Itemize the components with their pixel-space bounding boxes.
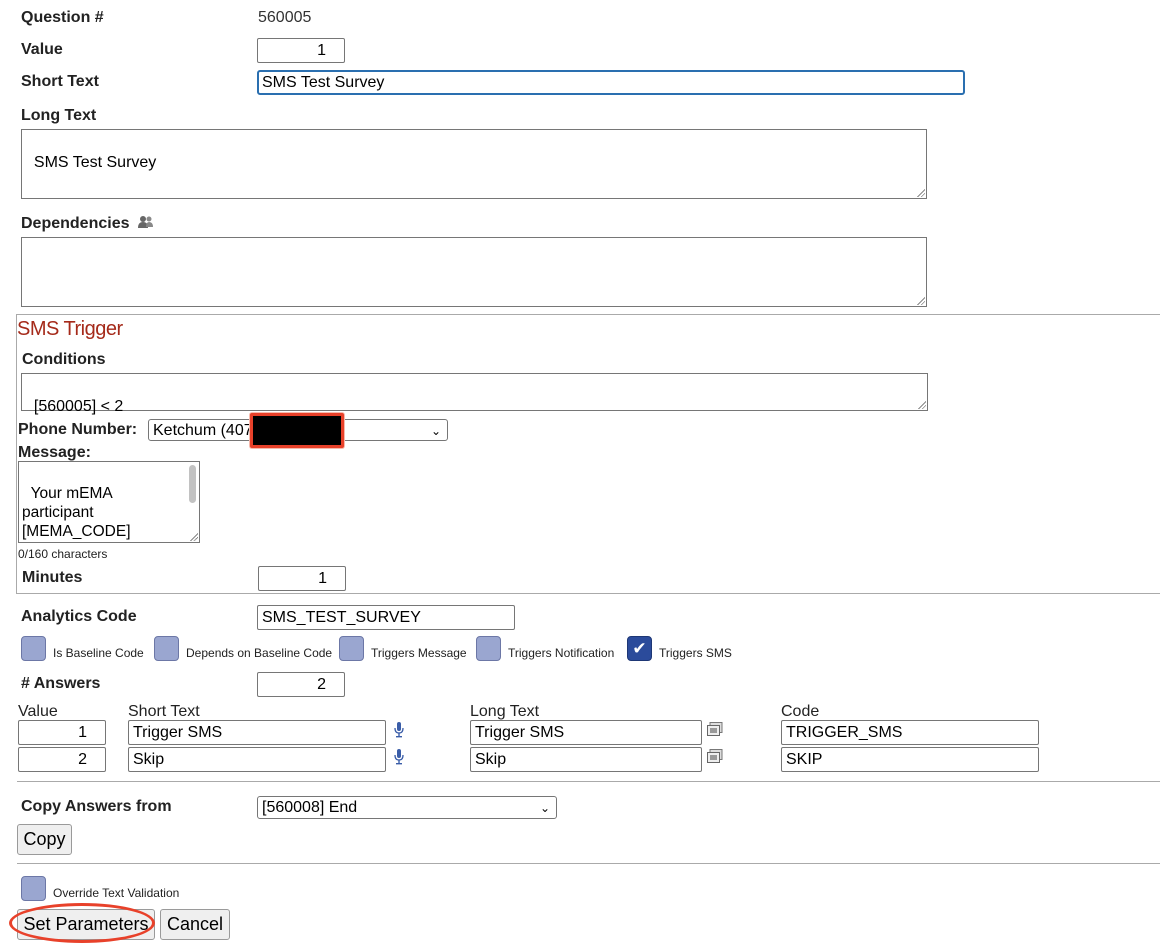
answer-code-input[interactable]: SKIP xyxy=(781,747,1039,772)
resize-grip-icon[interactable] xyxy=(916,188,925,197)
microphone-icon[interactable] xyxy=(394,749,404,765)
users-icon[interactable] xyxy=(138,215,154,229)
conditions-textarea[interactable]: [560005] < 2 xyxy=(21,373,928,415)
redaction-highlight xyxy=(250,413,344,448)
chevron-down-icon: ⌄ xyxy=(539,801,550,815)
divider xyxy=(17,863,1160,864)
triggers-notification-checkbox[interactable] xyxy=(476,636,501,661)
phone-number-value: Ketchum (407 xyxy=(153,422,253,439)
message-label: Message: xyxy=(18,444,91,461)
answer-code-input[interactable]: TRIGGER_SMS xyxy=(781,720,1039,745)
depends-on-baseline-code-checkbox[interactable] xyxy=(154,636,179,661)
triggers-message-label: Triggers Message xyxy=(371,646,467,660)
resize-grip-icon[interactable] xyxy=(189,532,198,541)
answers-header-short-text: Short Text xyxy=(128,703,200,720)
value-label: Value xyxy=(21,41,63,58)
conditions-label: Conditions xyxy=(22,351,106,368)
sms-trigger-title: SMS Trigger xyxy=(17,318,123,340)
scrollbar-thumb[interactable] xyxy=(189,465,196,503)
copy-button[interactable]: Copy xyxy=(17,824,72,855)
answers-header-code: Code xyxy=(781,703,820,720)
analytics-code-input[interactable]: SMS_TEST_SURVEY xyxy=(257,605,515,630)
answer-long-text-input[interactable]: Skip xyxy=(470,747,702,772)
copy-image-icon[interactable] xyxy=(707,722,723,737)
phone-number-label: Phone Number: xyxy=(18,421,138,438)
message-value: Your mEMA participant [MEMA_CODE] respon… xyxy=(22,485,131,540)
triggers-sms-checkbox[interactable]: ✔ xyxy=(627,636,652,661)
copy-answers-value: [560008] End xyxy=(262,799,358,816)
depends-on-baseline-code-label: Depends on Baseline Code xyxy=(186,646,333,660)
short-text-label: Short Text xyxy=(21,73,99,90)
analytics-code-label: Analytics Code xyxy=(21,608,137,625)
chevron-down-icon: ⌄ xyxy=(430,424,441,438)
dependencies-textarea[interactable] xyxy=(21,237,927,307)
is-baseline-code-label: Is Baseline Code xyxy=(53,646,144,660)
answers-count-input[interactable]: 2 xyxy=(257,672,345,697)
copy-answers-select[interactable]: [560008] End ⌄ xyxy=(257,796,557,819)
triggers-message-checkbox[interactable] xyxy=(339,636,364,661)
answers-count-label: # Answers xyxy=(21,675,101,692)
dependencies-label: Dependencies xyxy=(21,215,130,232)
answers-header-value: Value xyxy=(18,703,58,720)
long-text-value: SMS Test Survey xyxy=(33,154,157,171)
is-baseline-code-checkbox[interactable] xyxy=(21,636,46,661)
value-input[interactable]: 1 xyxy=(257,38,345,63)
highlight-circle xyxy=(9,903,155,943)
sms-trigger-panel xyxy=(16,314,1160,594)
cancel-button[interactable]: Cancel xyxy=(160,909,230,940)
long-text-textarea[interactable]: SMS Test Survey xyxy=(21,129,927,199)
message-char-count: 0/160 characters xyxy=(18,547,108,561)
minutes-label: Minutes xyxy=(22,569,83,586)
copy-answers-label: Copy Answers from xyxy=(21,798,172,815)
override-text-validation-checkbox[interactable] xyxy=(21,876,46,901)
answer-value-input[interactable]: 2 xyxy=(18,747,106,772)
answer-long-text-input[interactable]: Trigger SMS xyxy=(470,720,702,745)
checkmark-icon: ✔ xyxy=(632,639,647,658)
microphone-icon[interactable] xyxy=(394,722,404,738)
question-number-label: Question # xyxy=(21,9,104,26)
long-text-label: Long Text xyxy=(21,107,97,124)
divider xyxy=(17,781,1160,782)
resize-grip-icon[interactable] xyxy=(916,296,925,305)
answer-short-text-input[interactable]: Skip xyxy=(128,747,386,772)
resize-grip-icon[interactable] xyxy=(917,400,926,409)
short-text-input[interactable]: SMS Test Survey xyxy=(257,70,965,95)
conditions-value: [560005] < 2 xyxy=(33,398,124,415)
copy-image-icon[interactable] xyxy=(707,749,723,764)
answer-short-text-input[interactable]: Trigger SMS xyxy=(128,720,386,745)
minutes-input[interactable]: 1 xyxy=(258,566,346,591)
message-textarea[interactable]: Your mEMA participant [MEMA_CODE] respon… xyxy=(18,461,200,543)
answer-value-input[interactable]: 1 xyxy=(18,720,106,745)
question-number-value: 560005 xyxy=(258,9,312,26)
triggers-notification-label: Triggers Notification xyxy=(508,646,615,660)
triggers-sms-label: Triggers SMS xyxy=(659,646,732,660)
override-text-validation-label: Override Text Validation xyxy=(53,886,180,900)
answers-header-long-text: Long Text xyxy=(470,703,540,720)
